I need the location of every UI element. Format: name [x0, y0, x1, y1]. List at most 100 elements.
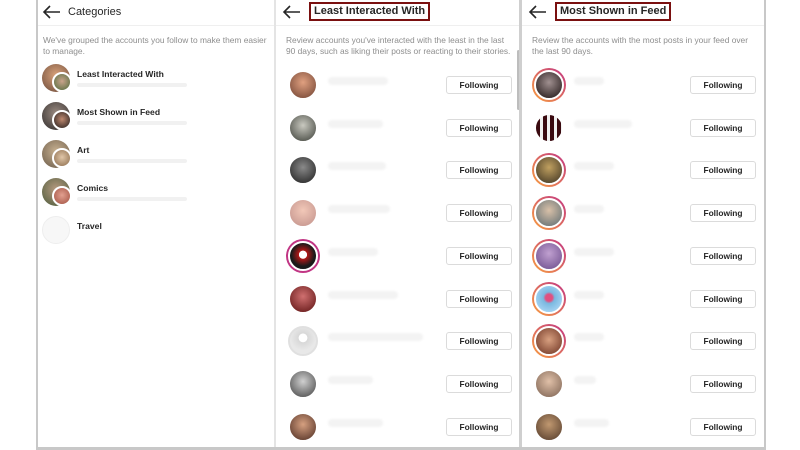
category-label: Travel [77, 221, 102, 231]
category-subtitle-blurred [77, 121, 187, 125]
username-blurred [574, 77, 604, 85]
category-subtitle-blurred [77, 159, 187, 163]
following-button[interactable]: Following [690, 375, 756, 393]
avatar [286, 153, 320, 187]
username-blurred [328, 333, 423, 341]
avatar [286, 282, 320, 316]
username-blurred [574, 205, 604, 213]
category-label: Comics [77, 183, 109, 193]
account-row: Following [276, 321, 520, 361]
categories-header: Categories [38, 0, 274, 26]
category-label: Least Interacted With [77, 69, 164, 79]
avatar [532, 282, 566, 316]
least-interacted-panel: Least Interacted With Review accounts yo… [276, 0, 520, 447]
following-button[interactable]: Following [690, 247, 756, 265]
category-travel[interactable]: Travel [42, 216, 272, 248]
username-blurred [574, 162, 614, 170]
account-row: Following [276, 193, 520, 233]
category-comics[interactable]: Comics [42, 178, 272, 210]
username-blurred [574, 120, 632, 128]
least-interacted-header: Least Interacted With [276, 0, 520, 26]
username-blurred [574, 248, 614, 256]
account-row: Following [522, 236, 764, 276]
following-button[interactable]: Following [446, 375, 512, 393]
username-blurred [574, 291, 604, 299]
avatar [532, 111, 566, 145]
following-button[interactable]: Following [446, 161, 512, 179]
avatar [532, 410, 566, 444]
page-title: Most Shown in Feed [555, 2, 672, 21]
avatar [286, 324, 320, 358]
following-button[interactable]: Following [446, 332, 512, 350]
username-blurred [328, 376, 373, 384]
back-arrow-icon[interactable] [42, 3, 62, 21]
most-shown-description: Review the accounts with the most posts … [532, 35, 748, 56]
username-blurred [574, 376, 596, 384]
username-blurred [328, 205, 390, 213]
avatar [532, 367, 566, 401]
username-blurred [328, 162, 386, 170]
following-button[interactable]: Following [690, 290, 756, 308]
avatar [286, 111, 320, 145]
category-label: Most Shown in Feed [77, 107, 161, 117]
account-row: Following [522, 279, 764, 319]
category-subtitle-blurred [77, 83, 187, 87]
following-button[interactable]: Following [446, 119, 512, 137]
following-button[interactable]: Following [446, 418, 512, 436]
account-row: Following [522, 150, 764, 190]
category-art[interactable]: Art [42, 140, 272, 172]
page-title: Categories [68, 6, 122, 18]
username-blurred [328, 77, 388, 85]
avatar [286, 196, 320, 230]
username-blurred [328, 248, 378, 256]
back-arrow-icon[interactable] [282, 3, 302, 21]
following-button[interactable]: Following [690, 418, 756, 436]
avatar [42, 216, 70, 244]
account-row: Following [276, 150, 520, 190]
username-blurred [574, 333, 604, 341]
following-button[interactable]: Following [690, 76, 756, 94]
avatar [286, 68, 320, 102]
account-row: Following [522, 407, 764, 447]
following-button[interactable]: Following [690, 204, 756, 222]
following-button[interactable]: Following [446, 204, 512, 222]
following-button[interactable]: Following [690, 161, 756, 179]
account-row: Following [276, 279, 520, 319]
category-subtitle-blurred [77, 197, 187, 201]
category-least-interacted[interactable]: Least Interacted With [42, 64, 272, 96]
most-shown-header: Most Shown in Feed [522, 0, 764, 26]
categories-description: We've grouped the accounts you follow to… [43, 35, 267, 56]
following-button[interactable]: Following [690, 332, 756, 350]
avatar [532, 324, 566, 358]
account-row: Following [276, 108, 520, 148]
avatar [286, 239, 320, 273]
account-row: Following [522, 364, 764, 404]
following-button[interactable]: Following [446, 247, 512, 265]
username-blurred [328, 291, 398, 299]
following-button[interactable]: Following [446, 290, 512, 308]
avatar [286, 410, 320, 444]
least-interacted-description: Review accounts you've interacted with t… [286, 35, 511, 56]
avatar [532, 68, 566, 102]
username-blurred [328, 120, 383, 128]
avatar [52, 186, 72, 206]
category-most-shown[interactable]: Most Shown in Feed [42, 102, 272, 134]
following-button[interactable]: Following [690, 119, 756, 137]
following-button[interactable]: Following [446, 76, 512, 94]
account-row: Following [276, 364, 520, 404]
account-row: Following [276, 65, 520, 105]
avatar [286, 367, 320, 401]
page-title: Least Interacted With [309, 2, 431, 21]
avatar [52, 72, 72, 92]
username-blurred [328, 419, 383, 427]
account-row: Following [276, 407, 520, 447]
account-row: Following [522, 65, 764, 105]
category-label: Art [77, 145, 90, 155]
avatar [532, 196, 566, 230]
account-row: Following [522, 193, 764, 233]
account-row: Following [276, 236, 520, 276]
back-arrow-icon[interactable] [528, 3, 548, 21]
account-row: Following [522, 321, 764, 361]
avatar [52, 148, 72, 168]
username-blurred [574, 419, 609, 427]
